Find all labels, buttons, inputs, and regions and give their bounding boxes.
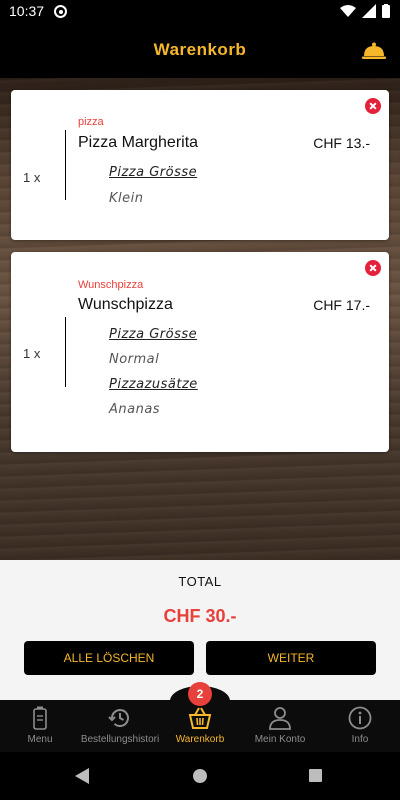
item-quantity: 1 x <box>23 170 41 185</box>
nav-label: Info <box>351 734 369 745</box>
system-nav-bar <box>0 752 400 800</box>
notification-app-icon <box>54 5 67 18</box>
item-price: CHF 17.- <box>313 297 370 313</box>
next-button[interactable]: WEITER <box>206 641 376 675</box>
item-quantity: 1 x <box>23 346 41 361</box>
option-heading: Pizza Grösse <box>109 327 198 342</box>
user-icon <box>269 707 291 730</box>
history-icon <box>108 709 129 727</box>
bottom-nav: 2 Menu Bestellungshistori Warenkorb Mein… <box>0 682 400 752</box>
total-panel: TOTAL CHF 30.- ALLE LÖSCHEN WEITER <box>0 560 400 700</box>
item-name: Pizza Margherita <box>78 134 199 151</box>
option-heading: Pizza Grösse <box>109 165 198 180</box>
cart-count-badge: 2 <box>188 682 212 706</box>
option-value: Klein <box>109 191 144 206</box>
status-time: 10:37 <box>9 3 45 19</box>
cart-item-card: 1 x pizza Pizza Margherita CHF 13.- Pizz… <box>11 90 389 240</box>
cart-list: 1 x pizza Pizza Margherita CHF 13.- Pizz… <box>0 78 400 560</box>
nav-item-account[interactable]: Mein Konto <box>240 706 320 745</box>
info-icon <box>348 706 372 730</box>
item-category: pizza <box>78 116 104 128</box>
status-icons <box>340 4 390 18</box>
remove-item-icon[interactable] <box>365 98 381 114</box>
nav-item-history[interactable]: Bestellungshistori <box>79 706 161 745</box>
signal-icon <box>362 4 376 18</box>
app-header: Warenkorb <box>0 24 400 78</box>
battery-icon <box>382 4 390 18</box>
cloche-icon[interactable] <box>362 42 386 60</box>
item-divider <box>65 130 66 200</box>
option-value: Ananas <box>109 402 161 417</box>
item-price: CHF 13.- <box>313 135 370 151</box>
total-amount: CHF 30.- <box>163 606 237 626</box>
home-icon[interactable] <box>193 769 207 783</box>
option-heading: Pizzazusätze <box>109 377 198 392</box>
nav-item-info[interactable]: Info <box>320 706 400 745</box>
nav-label: Menu <box>27 734 53 745</box>
item-name: Wunschpizza <box>78 296 173 313</box>
remove-item-icon[interactable] <box>365 260 381 276</box>
item-divider <box>65 317 66 387</box>
basket-icon <box>188 707 212 729</box>
nav-item-menu[interactable]: Menu <box>0 706 80 745</box>
item-category: Wunschpizza <box>78 279 144 291</box>
nav-label: Mein Konto <box>254 734 306 745</box>
nav-label: Bestellungshistori <box>80 734 160 745</box>
total-label: TOTAL <box>178 574 222 589</box>
menu-phone-icon <box>33 706 47 730</box>
page-title: Warenkorb <box>153 40 247 59</box>
status-bar: 10:37 <box>0 0 400 24</box>
cart-item-card: 1 x Wunschpizza Wunschpizza CHF 17.- Piz… <box>11 252 389 452</box>
wifi-icon <box>340 5 356 17</box>
back-icon[interactable] <box>75 768 89 784</box>
nav-label: Warenkorb <box>175 734 225 745</box>
nav-item-cart[interactable]: Warenkorb <box>160 706 240 745</box>
clear-all-button[interactable]: ALLE LÖSCHEN <box>24 641 194 675</box>
option-value: Normal <box>109 352 160 367</box>
recent-apps-icon[interactable] <box>309 769 322 782</box>
